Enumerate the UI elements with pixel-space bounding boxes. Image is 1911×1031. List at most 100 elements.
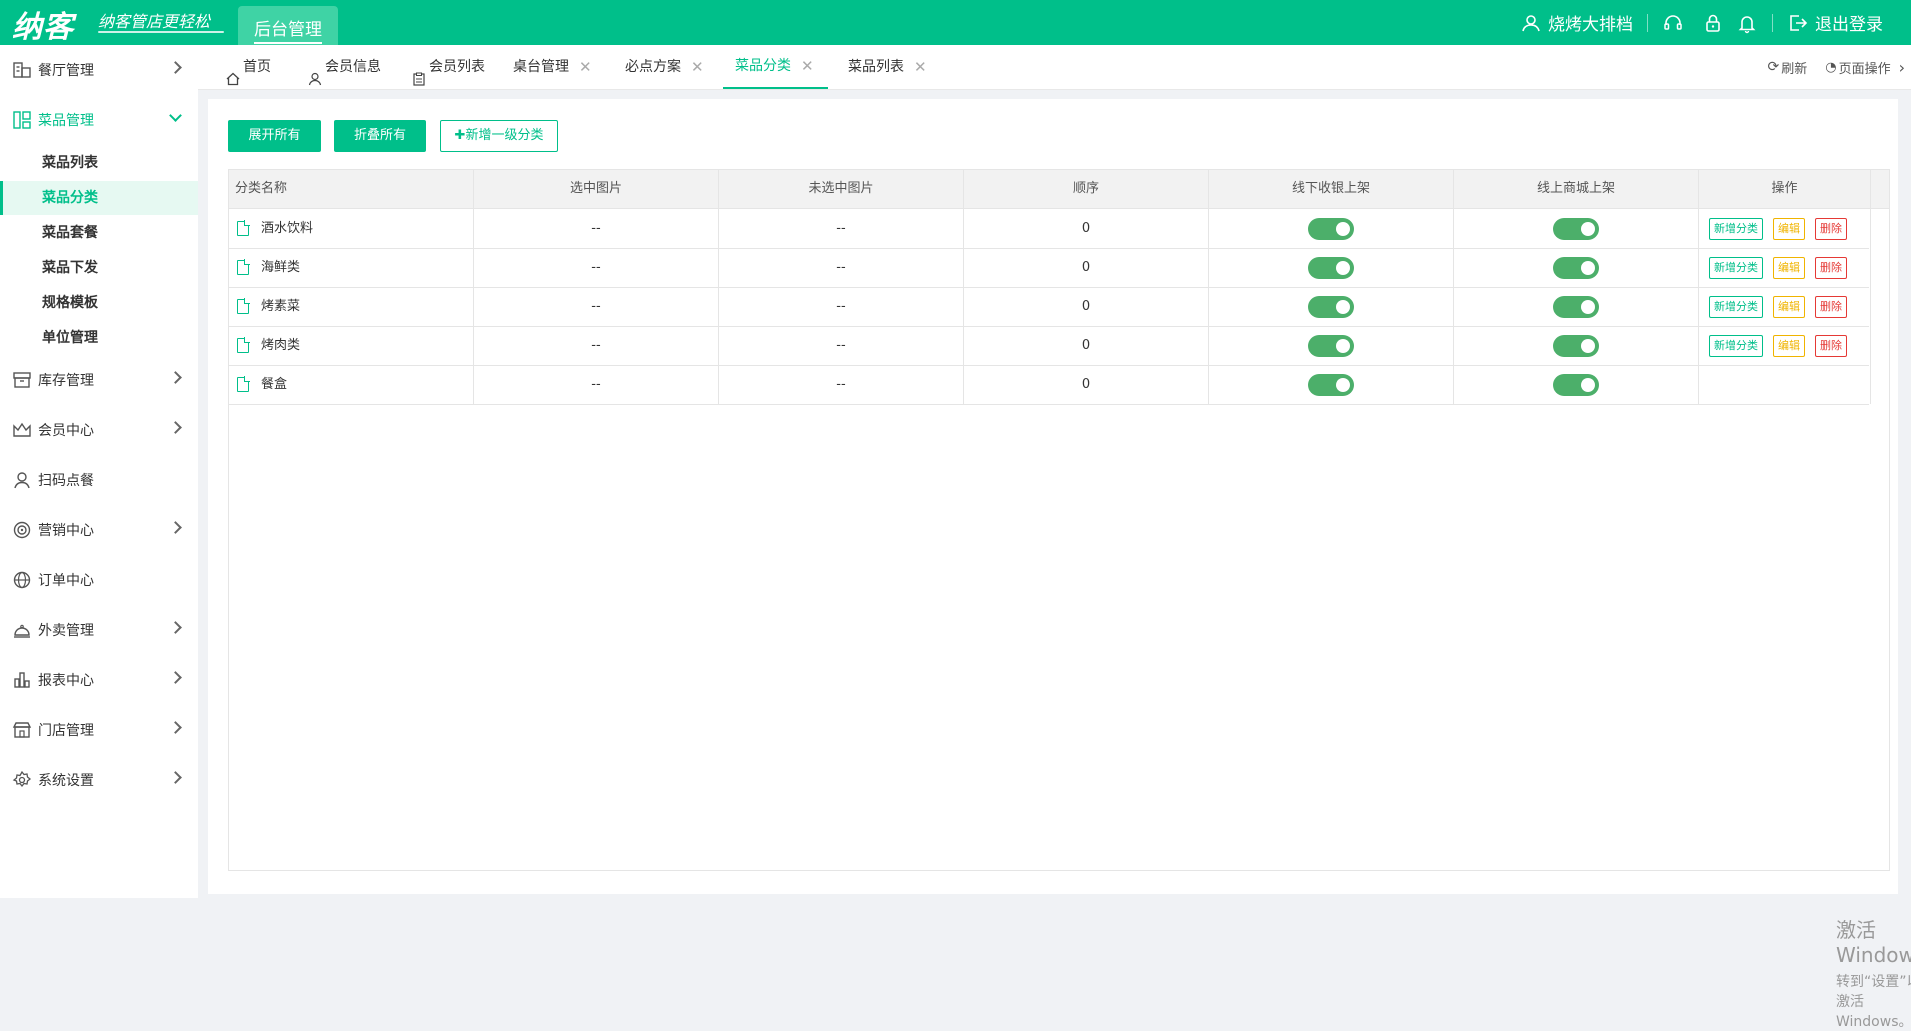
sidebar-item-restaurant[interactable]: 餐厅管理 [0, 51, 198, 89]
offline-listing-toggle[interactable] [1308, 295, 1354, 318]
user-menu[interactable]: 烧烤大排档 [1520, 10, 1633, 35]
selected-image-cell: -- [474, 287, 719, 326]
delete-button[interactable]: 删除 [1815, 217, 1847, 240]
selected-image-cell: -- [474, 209, 719, 248]
sidebar-item-label: 订单中心 [38, 573, 94, 589]
sidebar-item-stores[interactable]: 门店管理 [0, 711, 198, 749]
close-icon[interactable]: ✕ [914, 45, 927, 89]
unselected-image-cell: -- [719, 326, 964, 365]
close-icon[interactable]: ✕ [579, 45, 592, 89]
add-subcategory-button[interactable]: 新增分类 [1709, 334, 1763, 357]
target-icon [12, 520, 32, 540]
table-row[interactable]: 烤肉类 -- -- 0 新增分类 编辑 删除 [229, 326, 1871, 366]
tab-actions: ⟳ 刷新 ◔ 页面操作 › [1767, 45, 1911, 89]
sidebar-item-takeaway[interactable]: 外卖管理 [0, 611, 198, 649]
online-listing-toggle[interactable] [1553, 295, 1599, 318]
module-tab-admin[interactable]: 后台管理 [238, 6, 338, 45]
add-top-category-button[interactable]: ✚新增一级分类 [440, 120, 558, 152]
tab-home[interactable]: 首页 [226, 45, 271, 89]
tab-dish-list[interactable]: 菜品列表 ✕ [848, 45, 927, 89]
page-ops-button[interactable]: ◔ 页面操作 [1825, 58, 1890, 77]
tab-dish-category[interactable]: 菜品分类 ✕ [723, 45, 828, 89]
online-listing-toggle[interactable] [1553, 373, 1599, 396]
sidebar-item-inventory[interactable]: 库存管理 [0, 361, 198, 399]
top-bar: 纳客 纳客管店更轻松 后台管理 烧烤大排档 退出登录 [0, 0, 1911, 45]
online-listing-cell [1454, 326, 1699, 365]
delete-button[interactable]: 删除 [1815, 256, 1847, 279]
expand-all-button[interactable]: 展开所有 [228, 120, 321, 152]
logout-icon [1787, 12, 1809, 34]
sidebar-item-orders[interactable]: 订单中心 [0, 561, 198, 599]
column-header: 分类名称 [229, 170, 474, 208]
cloche-icon [12, 620, 32, 640]
logout-button[interactable]: 退出登录 [1787, 10, 1883, 35]
online-listing-toggle[interactable] [1553, 256, 1599, 279]
table-row[interactable]: 海鲜类 -- -- 0 新增分类 编辑 删除 [229, 248, 1871, 288]
tab-label: 会员信息 [325, 59, 381, 75]
tab-must-order-plan[interactable]: 必点方案 ✕ [625, 45, 704, 89]
sidebar-item-settings[interactable]: 系统设置 [0, 761, 198, 799]
chevron-right-icon [169, 671, 182, 684]
close-icon[interactable]: ✕ [801, 44, 814, 88]
offline-listing-toggle[interactable] [1308, 256, 1354, 279]
add-subcategory-button[interactable]: 新增分类 [1709, 256, 1763, 279]
edit-button[interactable]: 编辑 [1773, 256, 1805, 279]
sidebar-subitem-dish-combo[interactable]: 菜品套餐 [0, 216, 198, 250]
tab-member-info[interactable]: 会员信息 [308, 45, 381, 89]
online-listing-cell [1454, 248, 1699, 287]
sidebar-subitem-unit-management[interactable]: 单位管理 [0, 321, 198, 355]
offline-listing-toggle[interactable] [1308, 217, 1354, 240]
refresh-label: 刷新 [1781, 61, 1808, 77]
sidebar-item-member-center[interactable]: 会员中心 [0, 411, 198, 449]
column-header: 顺序 [964, 170, 1209, 208]
headset-icon[interactable] [1662, 12, 1684, 34]
tab-table-management[interactable]: 桌台管理 ✕ [513, 45, 592, 89]
tab-member-list[interactable]: 会员列表 [412, 45, 485, 89]
online-listing-toggle[interactable] [1553, 217, 1599, 240]
delete-button[interactable]: 删除 [1815, 334, 1847, 357]
close-icon[interactable]: ✕ [691, 45, 704, 89]
tab-label: 菜品分类 [735, 58, 791, 74]
delete-button[interactable]: 删除 [1815, 295, 1847, 318]
sidebar-item-marketing[interactable]: 营销中心 [0, 511, 198, 549]
table-row[interactable]: 酒水饮料 -- -- 0 新增分类 编辑 删除 [229, 209, 1871, 249]
sidebar-subitem-dish-dispatch[interactable]: 菜品下发 [0, 251, 198, 285]
sidebar-item-scan-order[interactable]: 扫码点餐 [0, 461, 198, 499]
sidebar-subitem-dish-list[interactable]: 菜品列表 [0, 146, 198, 180]
sidebar-subitem-spec-template[interactable]: 规格模板 [0, 286, 198, 320]
collapse-all-button[interactable]: 折叠所有 [334, 120, 426, 152]
chevron-right-icon[interactable]: › [1899, 58, 1905, 77]
add-subcategory-button[interactable]: 新增分类 [1709, 217, 1763, 240]
offline-listing-cell [1209, 287, 1454, 326]
lock-icon[interactable] [1702, 12, 1724, 34]
edit-button[interactable]: 编辑 [1773, 334, 1805, 357]
category-name: 烤素菜 [261, 299, 301, 314]
unselected-image-cell: -- [719, 365, 964, 404]
logo[interactable]: 纳客 [12, 2, 74, 46]
sidebar-item-label: 报表中心 [38, 673, 94, 689]
sidebar-item-dishes[interactable]: 菜品管理 [0, 101, 198, 139]
file-icon [237, 376, 250, 392]
offline-listing-toggle[interactable] [1308, 334, 1354, 357]
bar-chart-icon [12, 670, 32, 690]
sidebar-subitem-dish-category[interactable]: 菜品分类 [0, 181, 198, 215]
table-row[interactable]: 烤素菜 -- -- 0 新增分类 编辑 删除 [229, 287, 1871, 327]
column-header: 线上商城上架 [1454, 170, 1699, 208]
sidebar-item-reports[interactable]: 报表中心 [0, 661, 198, 699]
unselected-image-cell: -- [719, 287, 964, 326]
edit-button[interactable]: 编辑 [1773, 217, 1805, 240]
watermark-subtitle: 转到“设置”以激活 Windows。 [1836, 974, 1911, 1030]
add-subcategory-button[interactable]: 新增分类 [1709, 295, 1763, 318]
globe-icon [12, 570, 32, 590]
file-icon [237, 298, 250, 314]
bell-icon[interactable] [1736, 12, 1758, 34]
restaurant-icon [12, 60, 32, 80]
table-row[interactable]: 餐盒 -- -- 0 [229, 365, 1871, 405]
online-listing-toggle[interactable] [1553, 334, 1599, 357]
offline-listing-cell [1209, 326, 1454, 365]
chevron-right-icon [169, 621, 182, 634]
offline-listing-toggle[interactable] [1308, 373, 1354, 396]
sidebar-item-label: 库存管理 [38, 373, 94, 389]
refresh-button[interactable]: ⟳ 刷新 [1767, 58, 1807, 77]
edit-button[interactable]: 编辑 [1773, 295, 1805, 318]
